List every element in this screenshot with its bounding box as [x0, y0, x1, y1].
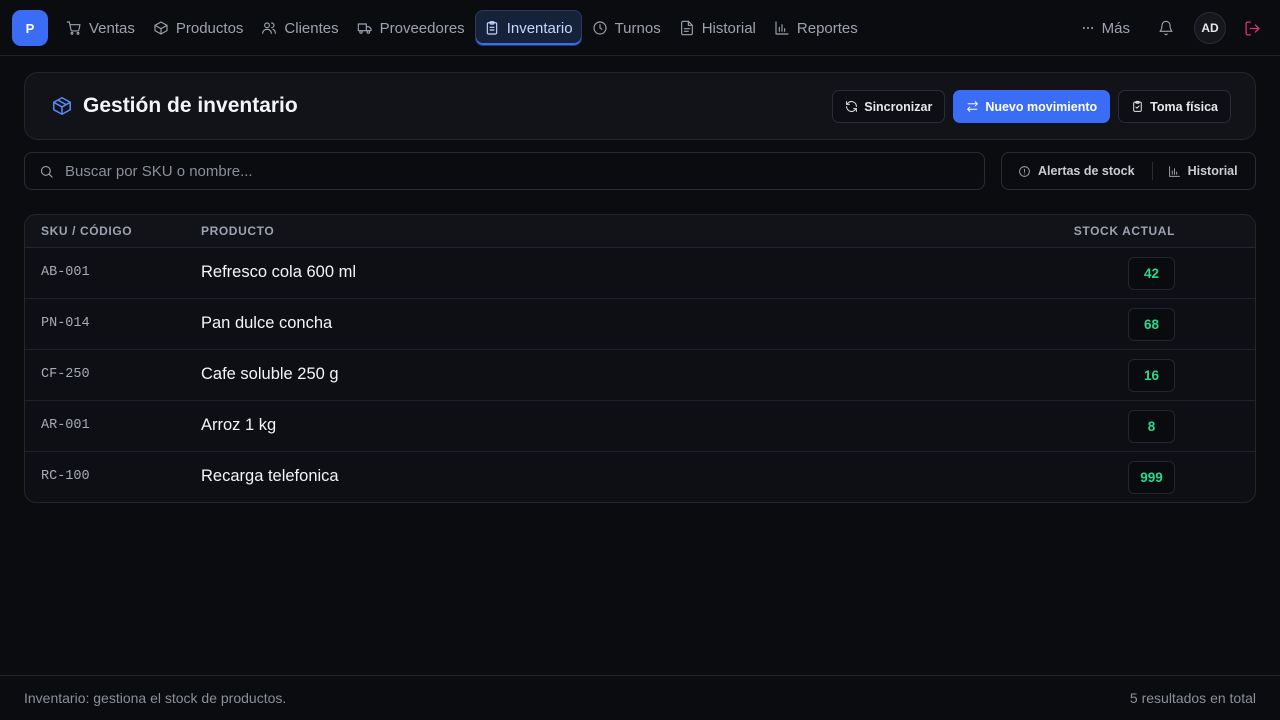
history-button[interactable]: Historial	[1168, 164, 1238, 178]
table-header: SKU / CÓDIGO PRODUCTO STOCK ACTUAL	[25, 215, 1255, 248]
sync-button[interactable]: Sincronizar	[832, 90, 946, 123]
nav-item-label: Ventas	[89, 19, 135, 37]
sku-cell: RC-100	[41, 469, 90, 484]
file-icon	[679, 20, 695, 36]
nav-right-group: Más AD	[1073, 10, 1266, 46]
column-header-stock[interactable]: STOCK ACTUAL	[1074, 224, 1175, 238]
nav-item-inventario[interactable]: Inventario	[474, 10, 582, 46]
inventory-table: SKU / CÓDIGO PRODUCTO STOCK ACTUAL AB-00…	[24, 214, 1256, 503]
stock-alerts-label: Alertas de stock	[1038, 164, 1135, 178]
page-title: Gestión de inventario	[83, 94, 298, 117]
sync-button-label: Sincronizar	[864, 99, 933, 114]
table-row[interactable]: CF-250 Cafe soluble 250 g 16	[25, 350, 1255, 401]
table-row[interactable]: PN-014 Pan dulce concha 68	[25, 299, 1255, 350]
table-row[interactable]: AR-001 Arroz 1 kg 8	[25, 401, 1255, 452]
stock-badge: 68	[1128, 308, 1175, 341]
nav-item-historial[interactable]: Historial	[671, 10, 764, 46]
page-title-group: Gestión de inventario	[51, 94, 298, 118]
product-name-cell: Recarga telefonica	[201, 467, 339, 485]
column-header-sku[interactable]: SKU / CÓDIGO	[41, 224, 132, 238]
logout-button[interactable]	[1238, 12, 1266, 44]
product-name-cell: Cafe soluble 250 g	[201, 365, 339, 383]
column-header-product[interactable]: PRODUCTO	[201, 224, 274, 238]
new-movement-button-label: Nuevo movimiento	[985, 99, 1098, 114]
nav-item-reportes[interactable]: Reportes	[766, 10, 866, 46]
stock-badge: 8	[1128, 410, 1175, 443]
clipboard-icon	[484, 20, 500, 36]
bell-icon	[1158, 20, 1174, 36]
box-icon	[153, 20, 169, 36]
bar-chart-icon	[774, 20, 790, 36]
cart-icon	[66, 20, 82, 36]
ellipsis-icon	[1081, 21, 1095, 35]
nav-item-label: Turnos	[614, 19, 661, 37]
table-row[interactable]: RC-100 Recarga telefonica 999	[25, 452, 1255, 502]
nav-item-label: Clientes	[284, 19, 339, 37]
truck-icon	[357, 20, 373, 36]
history-label: Historial	[1187, 164, 1238, 178]
sku-cell: PN-014	[41, 316, 90, 331]
physical-count-button-label: Toma física	[1150, 99, 1218, 114]
product-name-cell: Pan dulce concha	[201, 314, 333, 332]
stock-badge: 42	[1128, 257, 1175, 290]
table-row[interactable]: AB-001 Refresco cola 600 ml 42	[25, 248, 1255, 299]
nav-item-ventas[interactable]: Ventas	[58, 10, 143, 46]
more-menu-label: Más	[1101, 19, 1130, 37]
nav-item-productos[interactable]: Productos	[145, 10, 252, 46]
sku-cell: AR-001	[41, 418, 90, 433]
notifications-button[interactable]	[1150, 12, 1182, 44]
sku-cell: CF-250	[41, 367, 90, 382]
product-name-cell: Arroz 1 kg	[201, 416, 277, 434]
clipboard-check-icon	[1131, 100, 1144, 113]
search-input[interactable]	[65, 153, 965, 189]
product-name-cell: Refresco cola 600 ml	[201, 263, 356, 281]
bar-chart-icon	[1168, 165, 1181, 178]
page-header-card: Gestión de inventario Sincronizar Nuevo …	[24, 72, 1256, 140]
nav-item-label: Historial	[701, 19, 756, 37]
stock-badge: 999	[1128, 461, 1175, 494]
sku-cell: AB-001	[41, 265, 90, 280]
logout-icon	[1244, 20, 1261, 37]
top-navigation-bar: P Ventas Productos Clientes Proveedores	[0, 0, 1280, 56]
new-movement-button[interactable]: Nuevo movimiento	[953, 90, 1111, 123]
stock-badge: 16	[1128, 359, 1175, 392]
stock-alerts-button[interactable]: Alertas de stock	[1018, 164, 1135, 178]
header-actions: Sincronizar Nuevo movimiento Toma física	[832, 90, 1231, 123]
more-menu-button[interactable]: Más	[1073, 10, 1138, 46]
box-icon	[51, 95, 73, 117]
nav-item-proveedores[interactable]: Proveedores	[349, 10, 473, 46]
main-nav: Ventas Productos Clientes Proveedores In…	[58, 10, 866, 46]
refresh-icon	[845, 100, 858, 113]
filter-bar: Alertas de stock Historial	[1001, 152, 1256, 190]
users-icon	[261, 20, 277, 36]
user-avatar[interactable]: AD	[1194, 12, 1226, 44]
nav-item-label: Proveedores	[379, 19, 465, 37]
nav-item-turnos[interactable]: Turnos	[584, 10, 669, 46]
physical-count-button[interactable]: Toma física	[1118, 90, 1231, 123]
nav-item-clientes[interactable]: Clientes	[253, 10, 346, 46]
clock-icon	[592, 20, 608, 36]
nav-item-label: Inventario	[506, 19, 573, 37]
alert-circle-icon	[1018, 165, 1031, 178]
footer-description: Inventario: gestiona el stock de product…	[24, 690, 287, 706]
status-footer: Inventario: gestiona el stock de product…	[0, 675, 1280, 720]
results-count: 5 resultados en total	[1129, 690, 1256, 706]
nav-item-label: Productos	[175, 19, 244, 37]
nav-item-label: Reportes	[796, 19, 858, 37]
search-box	[24, 152, 985, 190]
arrows-swap-icon	[966, 100, 979, 113]
filter-divider	[1151, 162, 1153, 180]
app-logo[interactable]: P	[12, 10, 48, 46]
